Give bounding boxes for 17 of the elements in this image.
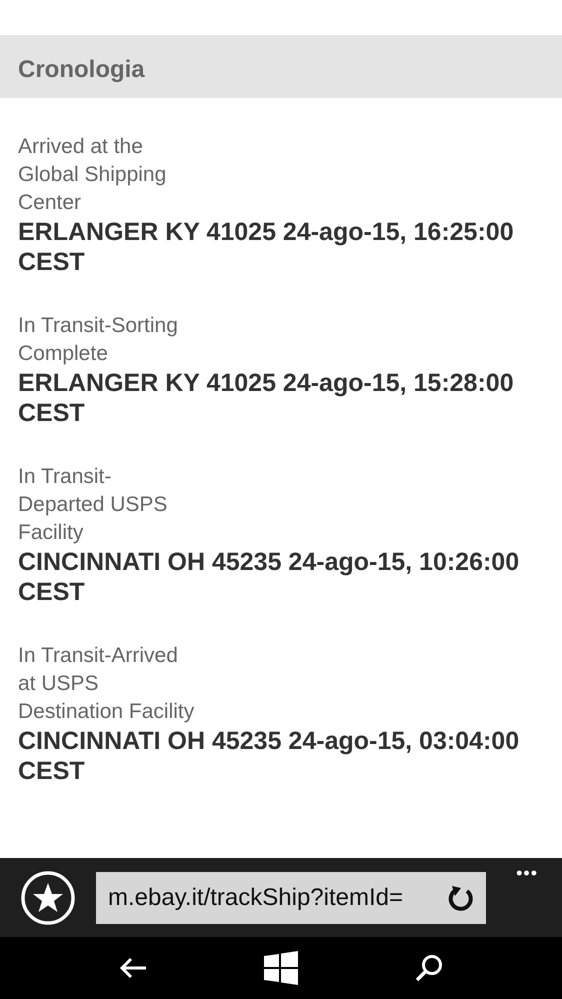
refresh-icon[interactable] bbox=[448, 884, 474, 910]
event-status: In Transit-Sorting Complete bbox=[18, 313, 179, 367]
event-status: Arrived at the Global Shipping Center bbox=[18, 134, 168, 216]
search-icon[interactable] bbox=[415, 954, 444, 982]
event-location-time: ERLANGER KY 41025 24-ago-15, 16:25:00 CEST bbox=[18, 217, 515, 277]
event-status: In Transit-Departed USPS Facility bbox=[18, 464, 168, 546]
url-text: m.ebay.it/trackShip?itemId= bbox=[108, 882, 404, 912]
event-status: In Transit-Arrived at USPS Destination Facility bbox=[18, 643, 196, 725]
more-button[interactable]: ••• bbox=[516, 864, 538, 882]
section-title: Cronologia bbox=[18, 55, 145, 85]
url-field[interactable]: m.ebay.it/trackShip?itemId= bbox=[96, 872, 486, 924]
favorites-icon[interactable] bbox=[20, 870, 76, 926]
event-location-time: ERLANGER KY 41025 24-ago-15, 15:28:00 CEST bbox=[18, 368, 515, 428]
windows-icon[interactable] bbox=[264, 951, 298, 985]
event-location-time: CINCINNATI OH 45235 24-ago-15, 10:26:00 CEST bbox=[18, 547, 520, 607]
back-icon[interactable] bbox=[118, 957, 147, 979]
event-location-time: CINCINNATI OH 45235 24-ago-15, 03:04:00 CEST bbox=[18, 726, 520, 786]
